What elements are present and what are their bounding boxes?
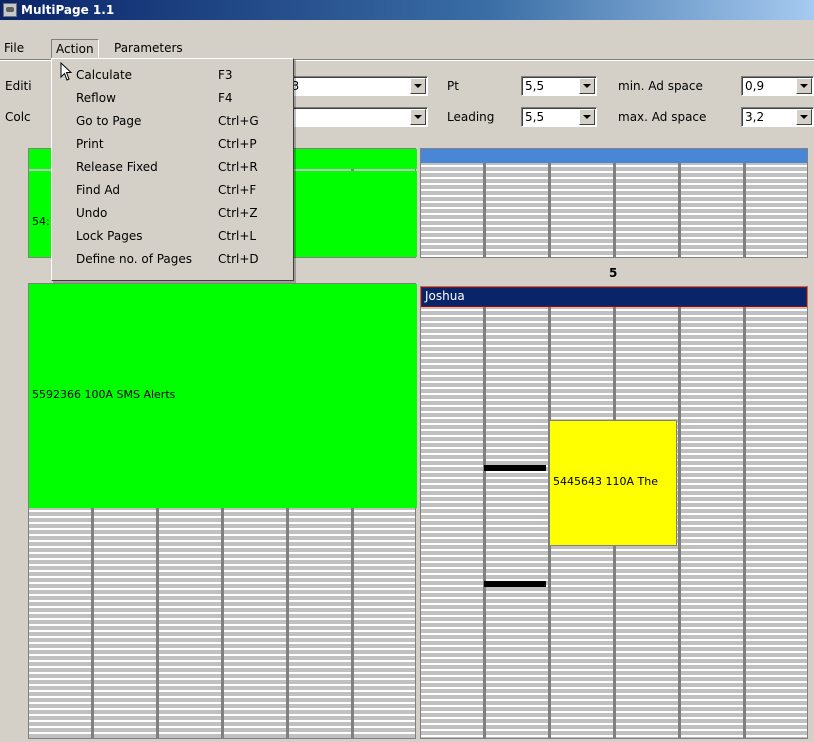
menu-item-label: Calculate: [76, 68, 133, 82]
min-ad-space-value: 0,9: [745, 79, 765, 93]
max-ad-space-combo[interactable]: 3,2: [741, 107, 814, 127]
page-top-right[interactable]: [420, 148, 808, 258]
menu-item-label: Reflow: [76, 91, 116, 105]
chevron-down-icon[interactable]: [796, 78, 812, 94]
menu-item-label: Undo: [76, 206, 108, 220]
menu-item-label: Lock Pages: [76, 229, 143, 243]
menu-item-shortcut: Ctrl+F: [218, 183, 257, 197]
chevron-down-icon[interactable]: [410, 78, 426, 94]
column-break-bar: [484, 465, 546, 471]
page-top-right-header: [421, 149, 807, 163]
menu-item-undo[interactable]: Undo Ctrl+Z: [52, 202, 292, 225]
min-ad-space-label: min. Ad space: [618, 79, 703, 93]
menu-file[interactable]: File: [0, 38, 28, 58]
menu-item-shortcut: Ctrl+Z: [218, 206, 258, 220]
page-columns: [421, 149, 807, 257]
pt-combo[interactable]: 5,5: [521, 76, 597, 96]
menu-item-calculate[interactable]: Calculate F3: [52, 64, 292, 87]
menu-item-shortcut: Ctrl+P: [218, 137, 257, 151]
mouse-cursor-icon: [60, 62, 73, 81]
menu-item-release-fixed[interactable]: Release Fixed Ctrl+R: [52, 156, 292, 179]
chevron-down-icon[interactable]: [410, 109, 426, 125]
menu-item-label: Go to Page: [76, 114, 142, 128]
min-ad-space-combo[interactable]: 0,9: [741, 76, 814, 96]
column-break-bar: [484, 581, 546, 587]
edition-label: Editi: [5, 79, 32, 93]
max-ad-space-value: 3,2: [745, 110, 765, 124]
menu-item-reflow[interactable]: Reflow F4: [52, 87, 292, 110]
menu-item-label: Print: [76, 137, 104, 151]
ad-yellow[interactable]: 5445643 110A The: [549, 420, 677, 546]
menu-item-go-to-page[interactable]: Go to Page Ctrl+G: [52, 110, 292, 133]
leading-label: Leading: [447, 110, 495, 124]
menu-action[interactable]: Action: [51, 39, 99, 59]
ad-yellow-label: 5445643 110A The: [553, 475, 658, 488]
menu-item-lock-pages[interactable]: Lock Pages Ctrl+L: [52, 225, 292, 248]
chevron-down-icon[interactable]: [796, 109, 812, 125]
menu-item-label: Find Ad: [76, 183, 121, 197]
title-bar: MultiPage 1.1: [0, 0, 814, 20]
menu-item-shortcut: Ctrl+D: [218, 252, 259, 266]
ad-top-left-label: 54:: [32, 215, 50, 228]
max-ad-space-label: max. Ad space: [618, 110, 707, 124]
chevron-down-icon[interactable]: [579, 78, 595, 94]
menu-parameters[interactable]: Parameters: [110, 38, 187, 58]
ad-sms-alerts[interactable]: 5592366 100A SMS Alerts: [29, 284, 417, 508]
color-label: Colc: [5, 110, 31, 124]
leading-combo-value: 5,5: [525, 110, 545, 124]
section-header[interactable]: Joshua: [421, 287, 807, 307]
app-icon[interactable]: [3, 3, 17, 17]
menu-item-find-ad[interactable]: Find Ad Ctrl+F: [52, 179, 292, 202]
window-title: MultiPage 1.1: [21, 3, 115, 17]
menu-item-shortcut: Ctrl+L: [218, 229, 257, 243]
menu-item-shortcut: Ctrl+G: [218, 114, 259, 128]
edition-combo[interactable]: 23: [280, 76, 428, 96]
menu-item-label: Define no. of Pages: [76, 252, 193, 266]
page-bottom-left[interactable]: 5592366 100A SMS Alerts: [28, 283, 417, 739]
menu-item-shortcut: F3: [218, 68, 233, 82]
menu-item-define-pages[interactable]: Define no. of Pages Ctrl+D: [52, 248, 292, 271]
pt-label: Pt: [447, 79, 459, 93]
menu-item-print[interactable]: Print Ctrl+P: [52, 133, 292, 156]
page-5[interactable]: Joshua 5445643 110A The: [420, 286, 808, 739]
menu-item-shortcut: F4: [218, 91, 233, 105]
page-number-5: 5: [609, 266, 618, 280]
section-header-label: Joshua: [425, 289, 465, 303]
chevron-down-icon[interactable]: [579, 109, 595, 125]
color-combo[interactable]: [280, 107, 428, 127]
menu-item-shortcut: Ctrl+R: [218, 160, 258, 174]
menu-item-label: Release Fixed: [76, 160, 158, 174]
leading-combo[interactable]: 5,5: [521, 107, 597, 127]
action-menu: Calculate F3 Reflow F4 Go to Page Ctrl+G…: [51, 58, 294, 281]
ad-sms-alerts-label: 5592366 100A SMS Alerts: [32, 388, 176, 401]
pt-combo-value: 5,5: [525, 79, 545, 93]
